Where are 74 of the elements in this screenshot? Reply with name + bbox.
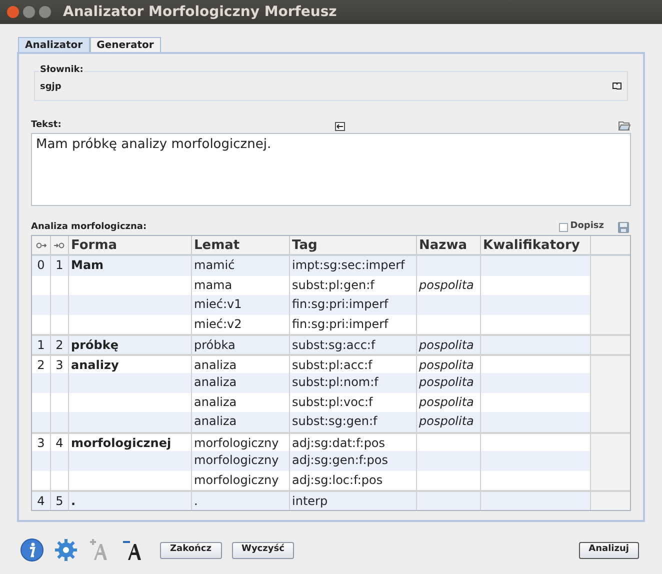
lemma: mamić (194, 258, 235, 272)
tag: adj:sg:loc:f:pos (292, 472, 383, 486)
word-form: morfologicznej (71, 436, 172, 450)
node-number: 2 (37, 358, 45, 372)
node-number: 1 (56, 258, 64, 272)
node-number: 4 (56, 436, 64, 450)
name-type: pospolita (419, 394, 474, 408)
tag: subst:pl:nom:f (292, 375, 378, 389)
word-form: próbkę (71, 338, 118, 352)
word-form: Mam (71, 258, 104, 272)
name-type: pospolita (419, 358, 474, 372)
book-icon[interactable] (612, 82, 622, 90)
checkbox-label: Dopisz (570, 220, 604, 234)
action-button[interactable]: Wyczyść (232, 542, 294, 558)
lemma: analiza (194, 358, 237, 372)
node-number: 3 (37, 436, 45, 450)
lemma: mieć:v2 (194, 316, 242, 330)
word-form: analizy (71, 358, 119, 372)
tag: subst:sg:gen:f (292, 414, 378, 428)
word-form: . (71, 494, 76, 508)
name-type: pospolita (419, 278, 474, 292)
name-type: pospolita (419, 375, 474, 389)
tag: subst:pl:gen:f (292, 278, 374, 292)
node-number: 5 (56, 494, 64, 508)
return-icon[interactable] (334, 122, 345, 131)
open-folder-icon[interactable] (618, 120, 631, 131)
lemma: morfologiczny (194, 436, 279, 450)
lemma: próbka (194, 338, 236, 352)
window-title: Analizator Morfologiczny Morfeusz (63, 2, 337, 22)
text-input-field[interactable]: Mam próbkę analizy morfologicznej. (31, 133, 631, 206)
node-number: 1 (37, 338, 45, 352)
tab[interactable]: Generator (90, 37, 161, 52)
analysis-label: Analiza morfologiczna: (31, 222, 147, 232)
tag: subst:pl:acc:f (292, 358, 372, 372)
node-number: 2 (56, 338, 64, 352)
name-type: pospolita (419, 414, 474, 428)
tag: subst:sg:acc:f (292, 338, 376, 352)
tag: fin:sg:pri:imperf (292, 297, 388, 311)
node-number: 3 (56, 358, 64, 372)
minimize-button[interactable] (23, 6, 35, 18)
column-header[interactable]: Lemat (192, 236, 290, 254)
analyze-button[interactable]: Analizuj (578, 542, 639, 558)
dictionary-name: sgjp (40, 80, 62, 94)
column-header[interactable]: Nazwa (417, 236, 481, 254)
tab[interactable]: Analizator (18, 37, 90, 52)
lemma: . (194, 494, 198, 508)
end-node-header-icon[interactable] (51, 236, 69, 254)
save-icon[interactable] (618, 222, 629, 232)
lemma: mama (194, 278, 232, 292)
tag: impt:sg:sec:imperf (292, 258, 405, 272)
tag: fin:sg:pri:imperf (292, 316, 388, 330)
info-icon[interactable] (20, 538, 44, 562)
lemma: mieć:v1 (194, 297, 242, 311)
close-button[interactable] (7, 6, 19, 18)
tag: adj:sg:dat:f:pos (292, 436, 386, 450)
node-number: 4 (37, 494, 45, 508)
lemma: analiza (194, 414, 237, 428)
tag: interp (292, 494, 328, 508)
column-header[interactable]: Forma (69, 236, 192, 254)
lemma: analiza (194, 394, 237, 408)
tag: adj:sg:gen:f:pos (292, 453, 388, 467)
gear-icon[interactable] (54, 538, 78, 562)
checkbox[interactable] (559, 222, 568, 232)
maximize-button[interactable] (39, 6, 51, 18)
action-button[interactable]: Zakończ (160, 542, 222, 558)
column-header[interactable]: Tag (290, 236, 417, 254)
column-header[interactable]: Kwalifikatory (481, 236, 591, 254)
text-label: Tekst: (31, 120, 62, 131)
lemma: morfologiczny (194, 453, 279, 467)
name-type: pospolita (419, 338, 474, 352)
lemma: analiza (194, 375, 237, 389)
node-number: 0 (37, 258, 45, 272)
lemma: morfologiczny (194, 472, 279, 486)
tag: subst:pl:voc:f (292, 394, 373, 408)
